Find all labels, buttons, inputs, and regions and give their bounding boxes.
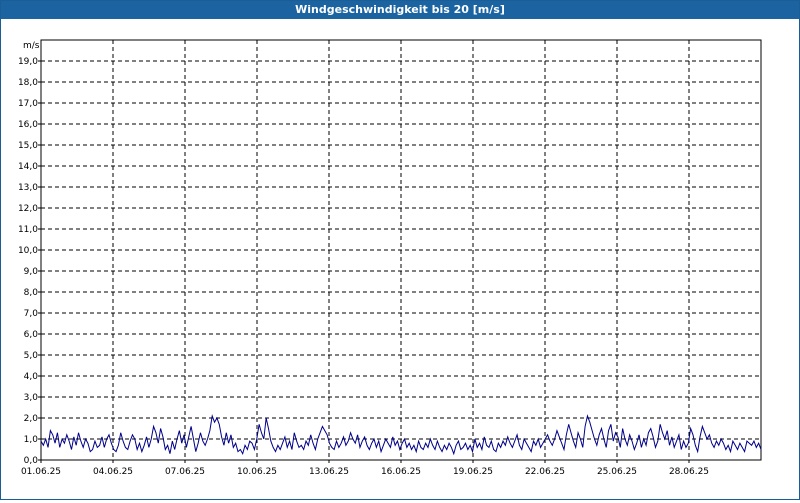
x-tick-label: 16.06.25 (381, 467, 421, 477)
x-tick-label: 28.06.25 (669, 467, 709, 477)
x-tick-label: 01.06.25 (21, 467, 61, 477)
chart-window: Windgeschwindigkeit bis 20 [m/s] 0,0 1,0 2… (0, 0, 800, 500)
y-tick-label: 18,0 (18, 78, 38, 88)
y-tick-label: 19,0 (18, 57, 38, 67)
y-tick-label: 8,0 (24, 288, 39, 298)
y-axis-ticks: 0,0 1,0 2,0 3,0 4,0 5,0 6,0 7,0 8,0 9,0 10,0 11,0 12… (18, 57, 41, 466)
x-tick-label: 25.06.25 (597, 467, 637, 477)
y-tick-label: 0,0 (24, 456, 39, 466)
y-tick-label: 4,0 (24, 372, 39, 382)
x-tick-label: 04.06.25 (93, 467, 133, 477)
y-tick-label: 14,0 (18, 162, 38, 172)
y-tick-label: 9,0 (24, 267, 39, 277)
y-tick-label: 15,0 (18, 141, 38, 151)
y-axis-unit-label: m/s (23, 41, 40, 51)
y-tick-label: 3,0 (24, 393, 39, 403)
y-tick-label: 12,0 (18, 204, 38, 214)
window-title: Windgeschwindigkeit bis 20 [m/s] (1, 1, 799, 19)
wind-speed-chart: 0,0 1,0 2,0 3,0 4,0 5,0 6,0 7,0 8,0 9,0 10,0 11,0 12… (18, 39, 762, 477)
chart-area: 0,0 1,0 2,0 3,0 4,0 5,0 6,0 7,0 8,0 9,0 10,0 11,0 12… (1, 19, 799, 499)
x-tick-label: 10.06.25 (237, 467, 277, 477)
y-tick-label: 5,0 (24, 351, 39, 361)
y-tick-label: 7,0 (24, 309, 39, 319)
x-tick-label: 19.06.25 (453, 467, 493, 477)
gridlines (41, 40, 761, 460)
y-tick-label: 10,0 (18, 246, 38, 256)
y-tick-label: 13,0 (18, 183, 38, 193)
x-tick-label: 07.06.25 (165, 467, 205, 477)
x-axis-ticks: 01.06.25 04.06.25 07.06.25 10.06.25 13.06.25… (21, 460, 709, 477)
y-tick-label: 16,0 (18, 120, 38, 130)
x-tick-label: 22.06.25 (525, 467, 565, 477)
y-tick-label: 2,0 (24, 414, 39, 424)
y-tick-label: 11,0 (18, 225, 38, 235)
x-tick-label: 13.06.25 (309, 467, 349, 477)
y-tick-label: 17,0 (18, 99, 38, 109)
y-tick-label: 1,0 (24, 435, 39, 445)
y-tick-label: 6,0 (24, 330, 39, 340)
